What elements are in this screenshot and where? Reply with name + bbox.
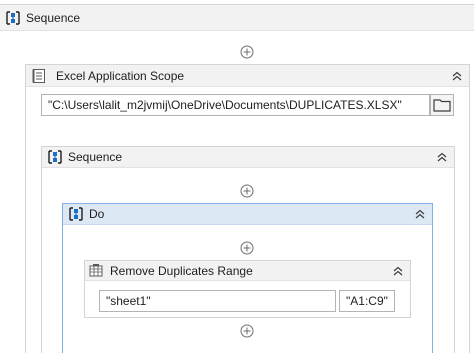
remove-duplicates-header[interactable]: Remove Duplicates Range (85, 261, 410, 281)
collapse-icon[interactable] (436, 151, 448, 163)
browse-folder-button[interactable] (430, 94, 454, 116)
sequence-icon (69, 207, 83, 221)
inner-sequence-header[interactable]: Sequence (42, 147, 454, 168)
root-sequence-title: Sequence (26, 10, 81, 25)
excel-scope-icon (32, 68, 45, 83)
plus-circle-icon (240, 324, 254, 338)
add-activity-button[interactable] (240, 184, 254, 198)
remove-duplicates-icon (89, 263, 103, 276)
excel-scope-title: Excel Application Scope (56, 68, 185, 83)
sequence-icon (6, 10, 20, 25)
collapse-icon[interactable] (392, 265, 404, 277)
collapse-icon[interactable] (451, 70, 463, 82)
workbook-path-input[interactable]: "C:\Users\lalit_m2jvmij\OneDrive\Documen… (41, 94, 430, 116)
excel-scope-header[interactable]: Excel Application Scope (26, 65, 469, 87)
range-input[interactable]: "A1:C9" (339, 290, 395, 312)
folder-icon (433, 99, 451, 112)
do-block-header[interactable]: Do (63, 204, 432, 225)
remove-duplicates-title: Remove Duplicates Range (110, 263, 253, 278)
do-block-title: Do (89, 207, 105, 221)
remove-duplicates-range: Remove Duplicates Range "sheet1" "A1:C9" (84, 260, 411, 318)
root-sequence-header[interactable]: Sequence (0, 5, 474, 31)
plus-circle-icon (240, 184, 254, 198)
add-activity-button[interactable] (240, 45, 254, 59)
collapse-icon[interactable] (414, 208, 426, 220)
add-activity-button[interactable] (240, 241, 254, 255)
add-activity-button[interactable] (240, 324, 254, 338)
plus-circle-icon (240, 241, 254, 255)
sequence-icon (48, 150, 62, 164)
inner-sequence-title: Sequence (68, 150, 123, 164)
plus-circle-icon (240, 45, 254, 59)
sheet-name-input[interactable]: "sheet1" (99, 290, 336, 312)
